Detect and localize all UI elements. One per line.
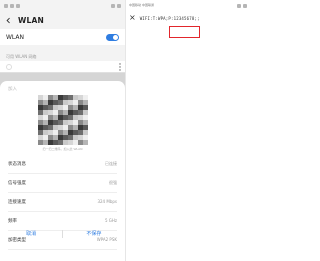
carrier-label: 中国移动 中国联通: [129, 2, 154, 7]
info-value: 很强: [109, 180, 117, 185]
info-row-signal: 信号强度 很强: [8, 174, 117, 193]
status-bar: [0, 0, 125, 12]
info-label: 连接速度: [8, 200, 26, 205]
more-icon[interactable]: [119, 63, 121, 71]
notification-icon: [4, 4, 8, 8]
page-title: WLAN: [18, 15, 44, 25]
status-icons: [4, 4, 20, 8]
status-bar: 中国移动 中国联通: [126, 0, 250, 11]
scan-result-bar: × WIFI:T:WPA;P:12345678;;: [126, 11, 250, 25]
password-highlight-box: [169, 26, 200, 38]
signal-icon: [237, 3, 241, 8]
share-network-dialog: 加入 扫一扫二维码，加入此 WLAN 状态消息 已连接 信号强度 很强 连接速度…: [0, 81, 125, 261]
notification-icon: [16, 4, 20, 8]
info-row-speed: 连接速度 324 Mbps: [8, 193, 117, 212]
battery-icon: [243, 3, 247, 8]
wlan-settings-screen: WLAN WLAN 可用 WLAN 网络 加入 扫一扫二维码，加入此 WLAN …: [0, 0, 125, 261]
dialog-title: 加入: [8, 87, 17, 92]
qr-caption: 扫一扫二维码，加入此 WLAN: [42, 147, 83, 151]
info-label: 频率: [8, 219, 17, 224]
info-value: 5 GHz: [104, 218, 117, 223]
available-networks-label: 可用 WLAN 网络: [6, 54, 37, 59]
wifi-qr-code: [38, 95, 88, 145]
wifi-icon: [6, 64, 12, 70]
cancel-button[interactable]: 取消: [0, 227, 62, 241]
info-label: 状态消息: [8, 162, 26, 167]
notification-icon: [10, 4, 14, 8]
signal-icon: [111, 4, 115, 8]
close-icon[interactable]: ×: [129, 14, 136, 22]
info-value: 324 Mbps: [97, 199, 117, 204]
info-label: 信号强度: [8, 181, 26, 186]
dialog-actions: 取消 不保存: [0, 227, 125, 241]
app-bar: WLAN: [0, 12, 125, 28]
forget-button[interactable]: 不保存: [63, 227, 125, 241]
scan-result-screen: 中国移动 中国联通 × WIFI:T:WPA;P:12345678;;: [126, 0, 250, 261]
system-icons: [111, 4, 121, 8]
wlan-label: WLAN: [6, 33, 25, 41]
battery-icon: [117, 4, 121, 8]
info-row-status: 状态消息 已连接: [8, 155, 117, 174]
wlan-toggle-row[interactable]: WLAN: [0, 29, 125, 45]
info-value: 已连接: [105, 161, 117, 166]
back-arrow-icon[interactable]: [5, 17, 12, 24]
system-icons: [237, 3, 247, 8]
wlan-toggle[interactable]: [106, 33, 119, 41]
scan-result-text[interactable]: WIFI:T:WPA;P:12345678;;: [140, 16, 200, 21]
qr-module: [83, 140, 88, 145]
